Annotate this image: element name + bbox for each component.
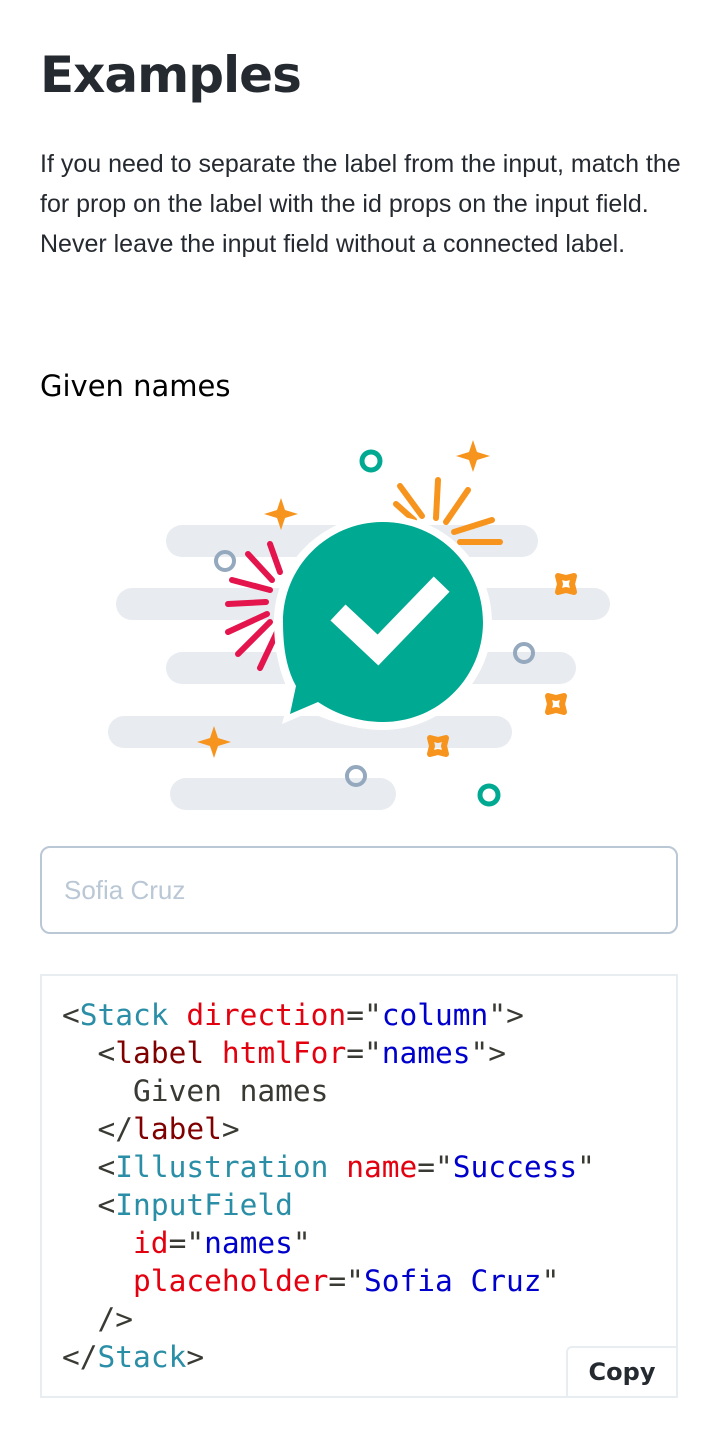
code-token: "	[541, 1264, 560, 1298]
code-token: </	[62, 1340, 98, 1374]
code-token: >	[221, 1112, 240, 1146]
code-token: "	[577, 1150, 595, 1184]
intro-paragraph: If you need to separate the label from t…	[40, 150, 681, 258]
copy-button[interactable]: Copy	[566, 1346, 676, 1396]
code-token: column	[381, 998, 489, 1032]
code-token: "	[292, 1226, 311, 1260]
code-token: <	[97, 1188, 116, 1222]
code-snippet: <Stack direction="column"> <label htmlFo…	[62, 996, 595, 1376]
code-token: id	[133, 1226, 169, 1260]
code-token: ="	[417, 1150, 453, 1184]
code-token: Sofia Cruz	[363, 1264, 542, 1298]
code-token: label	[115, 1036, 205, 1070]
code-token: Stack	[97, 1340, 187, 1374]
code-token: label	[133, 1112, 222, 1146]
code-token: ="	[346, 998, 382, 1032]
page-title: Examples	[40, 46, 302, 104]
code-token: names	[204, 1226, 293, 1260]
code-example: <Stack direction="column"> <label htmlFo…	[40, 974, 678, 1398]
code-token: placeholder	[133, 1264, 329, 1298]
given-names-input[interactable]	[40, 846, 678, 934]
code-token: ="	[328, 1264, 364, 1298]
code-token: <	[62, 998, 80, 1032]
code-token: >	[186, 1340, 205, 1374]
code-token: />	[97, 1302, 134, 1336]
code-token: <	[97, 1150, 116, 1184]
code-token: htmlFor	[221, 1036, 347, 1070]
code-token: Stack	[79, 998, 169, 1032]
code-token: names	[381, 1036, 471, 1070]
code-token: InputField	[115, 1188, 293, 1222]
code-token: Illustration	[115, 1150, 329, 1184]
speech-bubble	[274, 515, 492, 730]
code-token: name	[346, 1150, 418, 1184]
given-names-label: Given names	[40, 369, 231, 403]
code-token: ="	[168, 1226, 205, 1260]
code-token: ">	[488, 998, 524, 1032]
code-token: Given names	[133, 1074, 329, 1108]
code-token: </	[97, 1112, 134, 1146]
code-token: direction	[186, 998, 347, 1032]
code-token: <	[97, 1036, 116, 1070]
code-token: Success	[452, 1150, 578, 1184]
code-token: ="	[346, 1036, 382, 1070]
code-token: ">	[470, 1036, 507, 1070]
success-illustration	[108, 440, 610, 810]
